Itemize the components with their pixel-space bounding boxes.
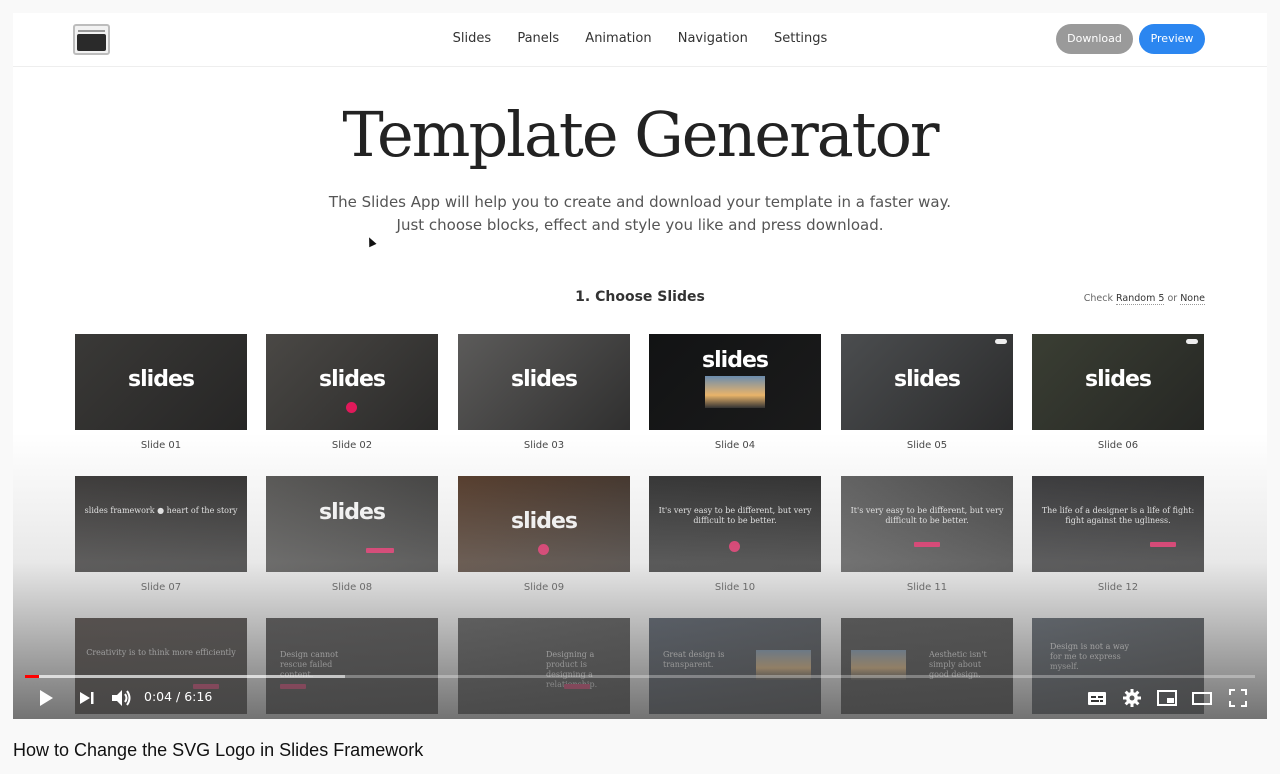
video-preview-thumbnail [705,376,765,408]
slide-thumbnail[interactable]: slides [458,334,630,430]
play-icon[interactable] [35,687,57,709]
slide-label: Slide 04 [714,440,756,451]
progress-played [25,675,39,678]
cta-button [1150,542,1176,547]
nav-button [995,339,1007,344]
fullscreen-icon[interactable] [1227,687,1249,709]
section-title: 1. Choose Slides [575,289,705,305]
slide-card[interactable]: It's very easy to be different, but very… [649,476,821,593]
download-button[interactable]: Download [1056,24,1133,54]
preview-button[interactable]: Preview [1139,24,1205,54]
nav-animation[interactable]: Animation [585,31,651,46]
slide-quote-text: It's very easy to be different, but very… [850,506,1004,525]
slide-logo-text: slides [511,367,578,392]
subtitle-line-1: The Slides App will help you to create a… [328,193,952,211]
volume-icon[interactable] [110,687,134,709]
slide-quote-text: Great design is transparent. [663,650,725,669]
slide-quote-text: Design is not a way for me to express my… [1050,642,1130,671]
slide-thumbnail[interactable]: slides [266,476,438,572]
slide-card[interactable]: slides Slide 04 [649,334,821,451]
slide-thumbnail[interactable]: The life of a designer is a life of figh… [1032,476,1204,572]
slide-label: Slide 02 [331,440,373,451]
play-icon [346,402,357,413]
slide-card[interactable]: slides Slide 05 [841,334,1013,451]
nav-slides[interactable]: Slides [453,31,492,46]
video-player[interactable]: Slides Panels Animation Navigation Setti… [13,13,1267,719]
slide-label: Slide 05 [906,440,948,451]
slide-thumbnail[interactable]: It's very easy to be different, but very… [841,476,1013,572]
slide-logo-text: slides [319,500,386,525]
app-header: Slides Panels Animation Navigation Setti… [13,13,1267,67]
slide-card[interactable]: The life of a designer is a life of figh… [1032,476,1204,593]
theater-mode-icon[interactable] [1191,687,1213,709]
play-icon [729,541,740,552]
video-title: How to Change the SVG Logo in Slides Fra… [13,740,424,760]
slide-thumbnail[interactable]: slides [1032,334,1204,430]
settings-gear-icon[interactable] [1121,687,1143,709]
player-controls: 0:04 / 6:16 [13,675,1267,719]
miniplayer-icon[interactable] [1156,687,1178,709]
slide-logo-text: slides [319,367,386,392]
slide-thumbnail[interactable]: It's very easy to be different, but very… [649,476,821,572]
slide-card[interactable]: slides Slide 02 [266,334,438,451]
slide-card[interactable]: slides framework ● heart of the story Sli… [75,476,247,593]
subtitles-icon[interactable] [1086,687,1108,709]
slide-card[interactable]: slides Slide 06 [1032,334,1204,451]
slide-label: Slide 09 [523,582,565,593]
nav-panels[interactable]: Panels [517,31,559,46]
page-subtitle: The Slides App will help you to create a… [13,191,1267,237]
cta-button [914,542,940,547]
slide-label: Slide 10 [714,582,756,593]
slide-thumbnail[interactable]: slides [649,334,821,430]
check-none-link[interactable]: None [1180,293,1205,305]
slide-card[interactable]: slides Slide 09 [458,476,630,593]
slide-quote-text: slides framework ● heart of the story [84,506,238,515]
slide-thumbnail[interactable]: slides [266,334,438,430]
slide-thumbnail[interactable]: slides [841,334,1013,430]
subtitle-line-2: Just choose blocks, effect and style you… [396,216,884,234]
slide-label: Slide 08 [331,582,373,593]
progress-bar[interactable] [25,675,1255,678]
nav-button [1186,339,1198,344]
slide-logo-text: slides [702,348,769,373]
slide-label: Slide 06 [1097,440,1139,451]
slide-card[interactable]: It's very easy to be different, but very… [841,476,1013,593]
slide-label: Slide 12 [1097,582,1139,593]
check-options: Check Random 5 or None [1083,293,1205,305]
slide-card[interactable]: slides Slide 03 [458,334,630,451]
slide-quote-text: Creativity is to think more efficiently [86,648,236,657]
slide-thumbnail[interactable]: slides [75,334,247,430]
slide-label: Slide 01 [140,440,182,451]
progress-buffered [25,675,345,678]
mouse-cursor-icon [365,235,377,248]
next-icon[interactable] [77,687,97,709]
slide-label: Slide 03 [523,440,565,451]
nav-navigation[interactable]: Navigation [678,31,748,46]
slide-thumbnail[interactable]: slides framework ● heart of the story [75,476,247,572]
slide-label: Slide 07 [140,582,182,593]
slide-thumbnail[interactable]: slides [458,476,630,572]
cta-button [366,548,394,553]
play-icon [538,544,549,555]
slide-card[interactable]: slides Slide 01 [75,334,247,451]
check-or: or [1167,293,1178,304]
check-random-link[interactable]: Random 5 [1116,293,1165,305]
slide-logo-text: slides [1085,367,1152,392]
slide-logo-text: slides [511,509,578,534]
slide-label: Slide 11 [906,582,948,593]
slide-logo-text: slides [894,367,961,392]
slide-logo-text: slides [128,367,195,392]
nav-settings[interactable]: Settings [774,31,827,46]
check-prefix: Check [1083,293,1113,304]
time-display: 0:04 / 6:16 [144,689,213,704]
slide-quote-text: It's very easy to be different, but very… [658,506,812,525]
page-title: Template Generator [342,98,939,171]
slide-card[interactable]: slides Slide 08 [266,476,438,593]
slide-quote-text: The life of a designer is a life of figh… [1041,506,1195,525]
